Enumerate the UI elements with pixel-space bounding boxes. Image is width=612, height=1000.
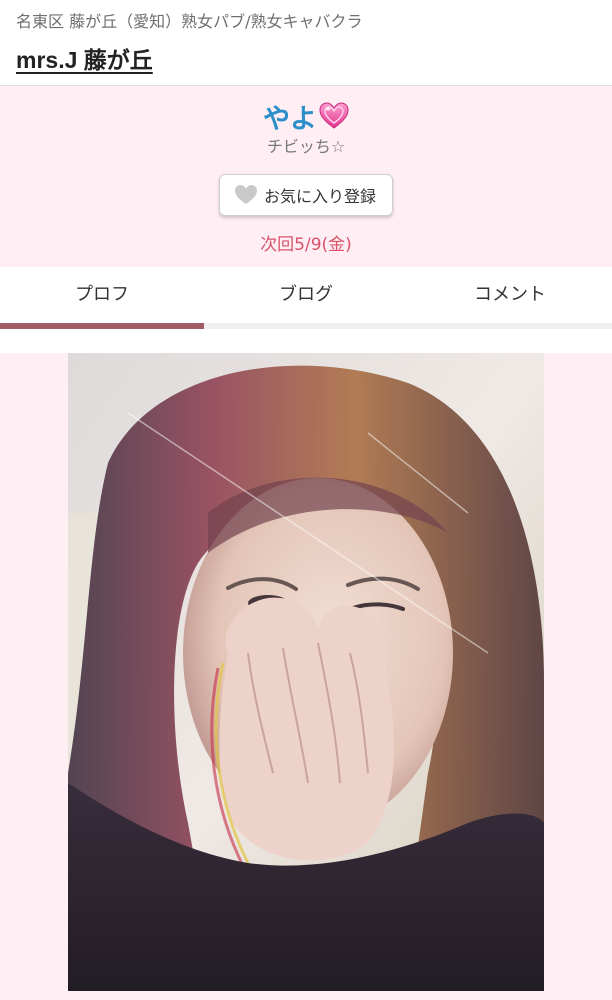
gray-heart-icon [234, 184, 258, 206]
next-schedule: 次回5/9(金) [260, 235, 352, 255]
tab-comment[interactable]: コメント [408, 267, 612, 329]
site-header: 名東区 藤が丘（愛知）熟女パブ/熟女キャバクラ mrs.J 藤が丘 [0, 0, 612, 86]
profile-tabs: プロフ ブログ コメント [0, 267, 612, 329]
breadcrumb[interactable]: 名東区 藤が丘（愛知）熟女パブ/熟女キャバクラ [16, 12, 596, 32]
girl-name: やよ [263, 103, 317, 135]
profile-photo[interactable] [68, 353, 544, 991]
profile-section: やよ チビッち☆ お気に入り登録 次回5/9(金) [0, 86, 612, 267]
favorite-button-label: お気に入り登録 [263, 189, 376, 206]
photo-section [0, 353, 612, 1000]
pink-heart-icon [319, 102, 349, 130]
name-row: やよ [0, 98, 612, 135]
tab-blog[interactable]: ブログ [204, 267, 408, 329]
shop-name-link[interactable]: mrs.J 藤が丘 [16, 41, 153, 75]
catch-phrase: チビッち☆ [266, 137, 346, 156]
favorite-button[interactable]: お気に入り登録 [218, 174, 393, 216]
spacer [0, 329, 612, 353]
tab-profile[interactable]: プロフ [0, 267, 204, 329]
active-tab-indicator [0, 323, 204, 329]
